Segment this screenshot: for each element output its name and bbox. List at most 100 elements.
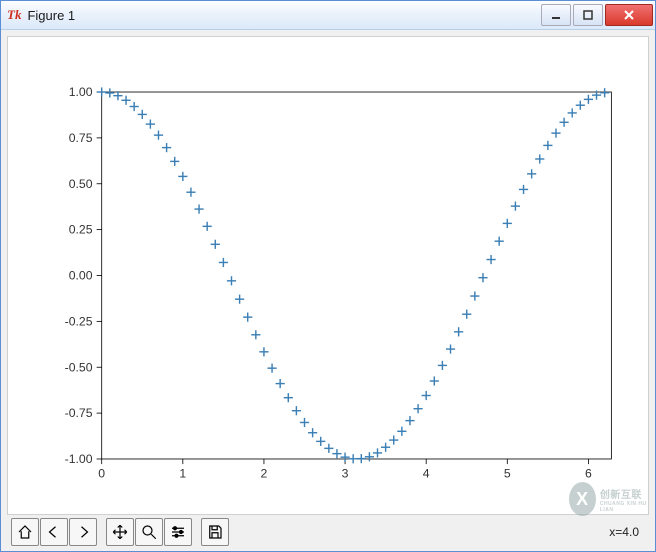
data-point: [162, 143, 171, 152]
data-point: [138, 110, 147, 119]
svg-text:0.75: 0.75: [69, 131, 93, 145]
forward-button[interactable]: [69, 518, 97, 546]
data-point: [259, 347, 268, 356]
svg-text:-0.50: -0.50: [65, 360, 93, 374]
data-point: [535, 154, 544, 163]
data-point: [560, 118, 569, 127]
data-point: [568, 108, 577, 117]
data-point: [389, 435, 398, 444]
data-point: [495, 237, 504, 246]
data-point: [462, 310, 471, 319]
data-point: [357, 454, 366, 463]
svg-text:-0.75: -0.75: [65, 406, 93, 420]
data-point: [373, 448, 382, 457]
data-point: [267, 364, 276, 373]
back-button[interactable]: [40, 518, 68, 546]
data-point: [486, 255, 495, 264]
data-series: [97, 87, 609, 463]
data-point: [381, 443, 390, 452]
chart-svg: -1.00 -0.75 -0.50 -0.25 0.00 0.25 0.50 0.75 1.00…: [12, 41, 644, 510]
configure-button[interactable]: [164, 518, 192, 546]
data-point: [405, 416, 414, 425]
data-point: [251, 330, 260, 339]
data-point: [203, 222, 212, 231]
data-point: [430, 376, 439, 385]
data-point: [308, 428, 317, 437]
data-point: [470, 291, 479, 300]
data-point: [543, 141, 552, 150]
data-point: [422, 391, 431, 400]
data-point: [600, 88, 609, 97]
data-point: [235, 295, 244, 304]
zoom-button[interactable]: [135, 518, 163, 546]
data-point: [194, 204, 203, 213]
data-point: [584, 95, 593, 104]
svg-text:6: 6: [585, 466, 592, 480]
navigation-toolbar: x=4.0: [7, 517, 649, 547]
figure-window: Tk Figure 1 -1.00 -0.75 -0.50 -0.25 0.00 0.25…: [0, 0, 656, 552]
close-button[interactable]: [605, 4, 653, 26]
data-point: [519, 185, 528, 194]
svg-text:5: 5: [504, 466, 511, 480]
data-point: [243, 313, 252, 322]
data-point: [438, 361, 447, 370]
data-point: [211, 240, 220, 249]
maximize-button[interactable]: [573, 4, 603, 26]
data-point: [397, 427, 406, 436]
axes-frame: [102, 92, 612, 459]
home-button[interactable]: [11, 518, 39, 546]
data-point: [154, 131, 163, 140]
titlebar[interactable]: Tk Figure 1: [1, 1, 655, 30]
svg-text:1.00: 1.00: [69, 85, 93, 99]
plot-area[interactable]: -1.00 -0.75 -0.50 -0.25 0.00 0.25 0.50 0.75 1.00…: [12, 41, 644, 510]
plot-canvas-area: -1.00 -0.75 -0.50 -0.25 0.00 0.25 0.50 0.75 1.00…: [7, 36, 649, 515]
data-point: [292, 406, 301, 415]
data-point: [170, 157, 179, 166]
data-point: [349, 454, 358, 463]
data-point: [300, 418, 309, 427]
svg-text:0.50: 0.50: [69, 177, 93, 191]
data-point: [454, 327, 463, 336]
data-point: [113, 91, 122, 100]
data-point: [446, 344, 455, 353]
x-axis: 0 1 2 3 4 5 6: [98, 459, 592, 480]
data-point: [527, 169, 536, 178]
data-point: [121, 96, 130, 105]
pan-button[interactable]: [106, 518, 134, 546]
window-controls: [539, 4, 653, 26]
data-point: [413, 404, 422, 413]
save-button[interactable]: [201, 518, 229, 546]
data-point: [227, 276, 236, 285]
data-point: [105, 88, 114, 97]
window-title: Figure 1: [27, 8, 539, 23]
data-point: [186, 188, 195, 197]
data-point: [365, 452, 374, 461]
data-point: [130, 102, 139, 111]
data-point: [316, 437, 325, 446]
data-point: [178, 172, 187, 181]
data-point: [146, 120, 155, 129]
minimize-button[interactable]: [541, 4, 571, 26]
data-point: [332, 449, 341, 458]
data-point: [97, 87, 106, 96]
svg-text:-1.00: -1.00: [65, 452, 93, 466]
svg-text:0: 0: [98, 466, 105, 480]
data-point: [511, 202, 520, 211]
svg-text:1: 1: [179, 466, 186, 480]
data-point: [576, 101, 585, 110]
cursor-status: x=4.0: [609, 525, 639, 539]
svg-text:0.25: 0.25: [69, 223, 93, 237]
svg-text:0.00: 0.00: [69, 269, 93, 283]
data-point: [219, 258, 228, 267]
svg-text:-0.25: -0.25: [65, 314, 93, 328]
data-point: [276, 379, 285, 388]
tk-icon: Tk: [7, 7, 21, 23]
y-axis: -1.00 -0.75 -0.50 -0.25 0.00 0.25 0.50 0.75 1.00: [65, 85, 102, 466]
svg-text:2: 2: [261, 466, 268, 480]
data-point: [503, 219, 512, 228]
data-point: [284, 393, 293, 402]
svg-text:3: 3: [342, 466, 349, 480]
svg-text:4: 4: [423, 466, 430, 480]
data-point: [478, 273, 487, 282]
data-point: [551, 129, 560, 138]
